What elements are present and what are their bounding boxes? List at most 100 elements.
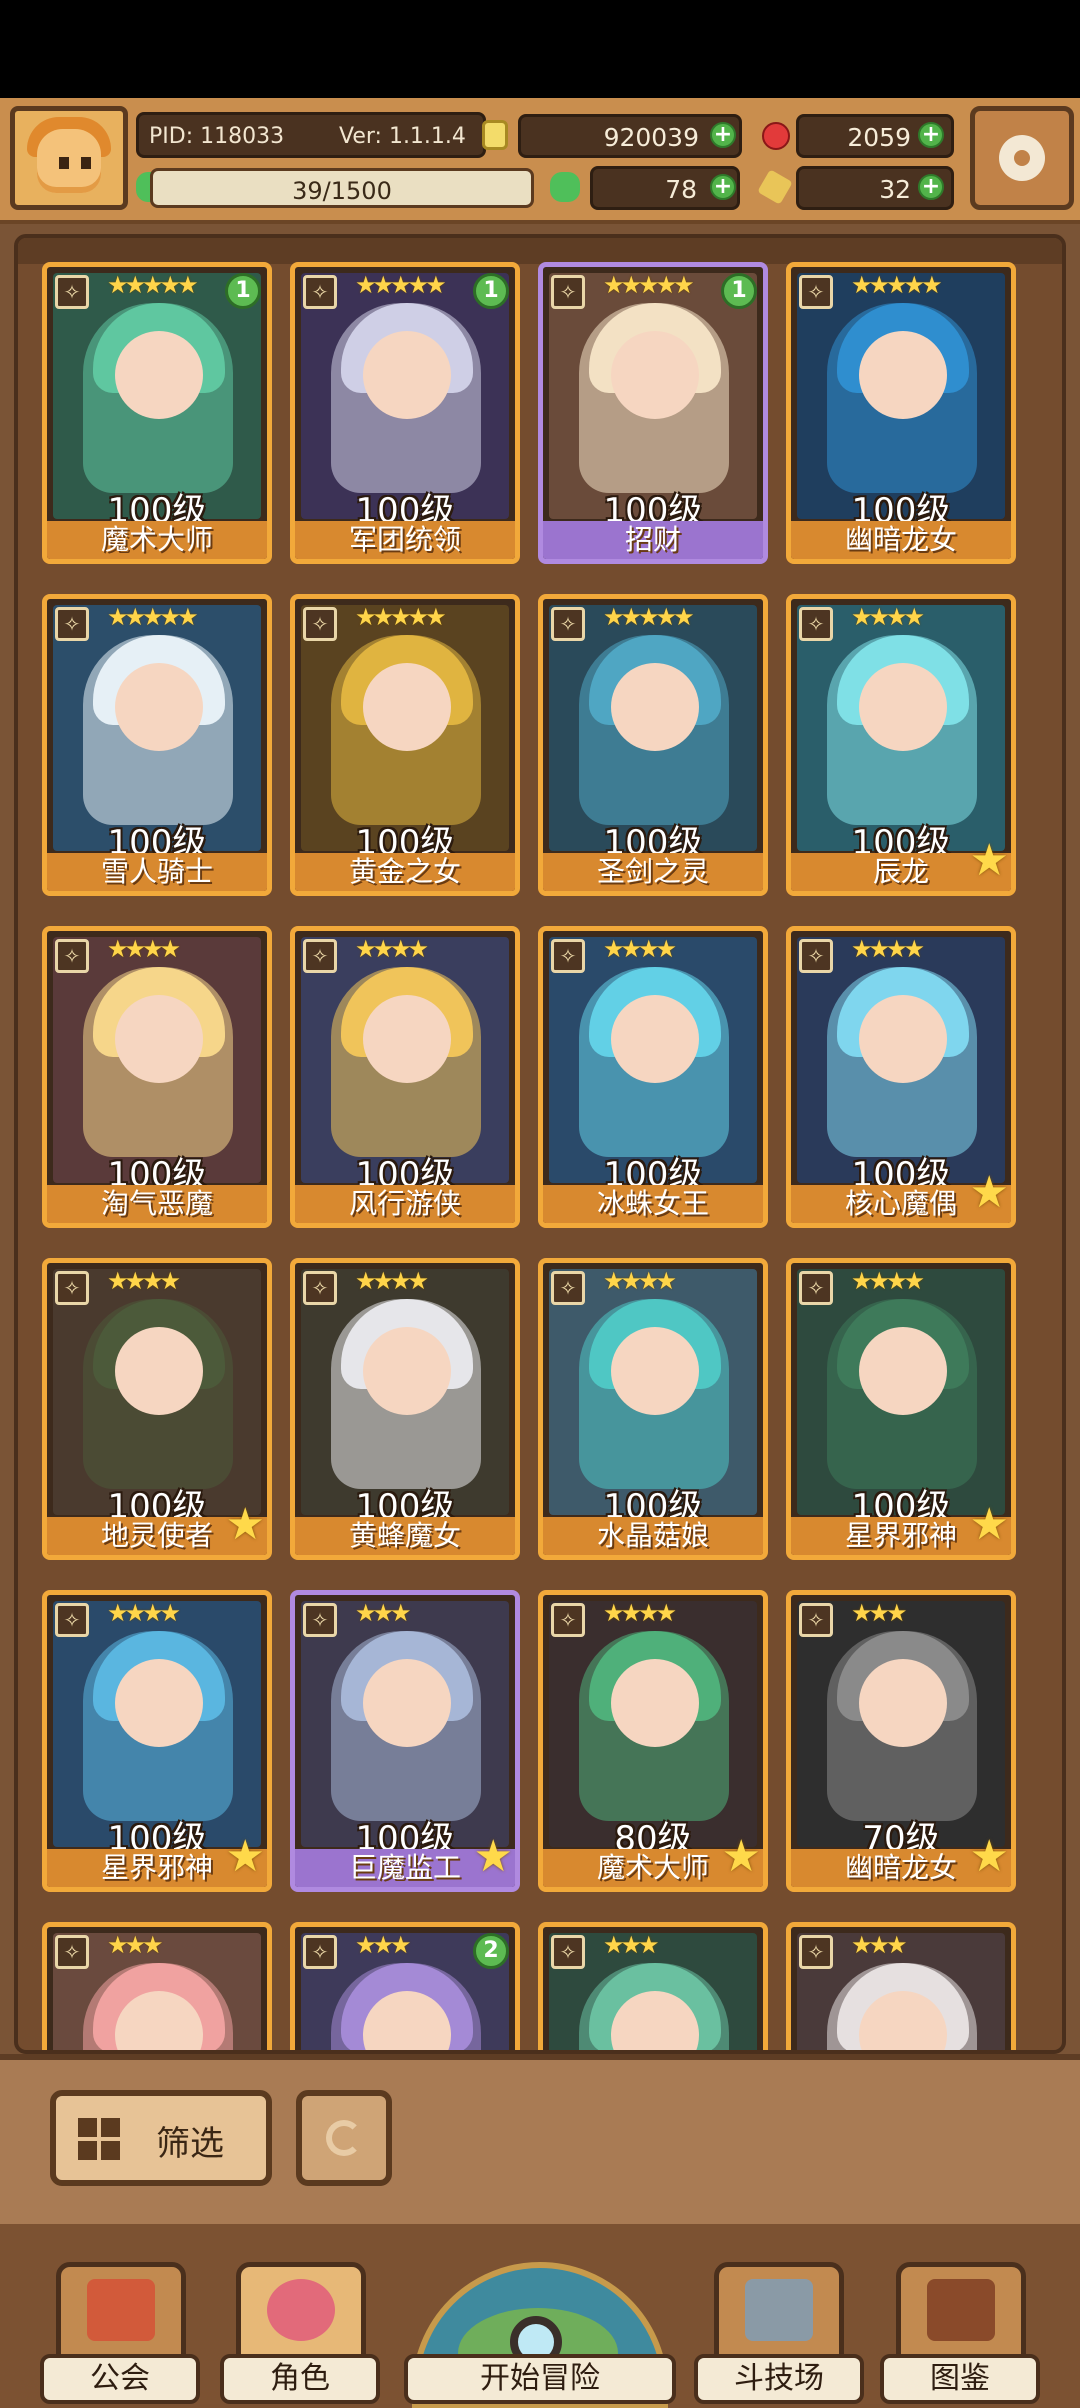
add-key-button[interactable]: +: [918, 174, 944, 200]
nav-guild-label: 公会: [40, 2354, 200, 2404]
hero-stars: ★★★★: [603, 1267, 677, 1295]
upgrade-star-icon[interactable]: ★: [970, 1171, 1009, 1215]
hero-stars: ★★★★: [355, 1267, 429, 1295]
hero-stars: ★★★★: [603, 1599, 677, 1627]
avatar-face: [37, 129, 101, 193]
hero-face: [611, 995, 699, 1083]
class-icon: ✧: [55, 275, 89, 309]
gold-amount: 920039: [603, 123, 699, 152]
player-info-panel: PID: 118033 Ver: 1.1.1.4: [136, 112, 486, 158]
hero-face: [115, 663, 203, 751]
hero-card[interactable]: ✧ ★★★★★ 1 100级 军团统领: [290, 262, 520, 564]
hero-face: [115, 1327, 203, 1415]
hero-face: [611, 663, 699, 751]
status-bar: [0, 0, 1080, 98]
hero-card[interactable]: ✧ ★★★★ 100级 核心魔偶 ★: [786, 926, 1016, 1228]
book-icon: [927, 2279, 995, 2341]
hero-name: 圣剑之灵: [543, 853, 763, 891]
class-icon: ✧: [303, 1603, 337, 1637]
hero-card[interactable]: ✧ ★★★★ 100级 地灵使者 ★: [42, 1258, 272, 1560]
upgrade-star-icon[interactable]: ★: [226, 1503, 265, 1547]
upgrade-star-icon[interactable]: ★: [970, 839, 1009, 883]
filter-button[interactable]: 筛选: [50, 2090, 272, 2186]
hero-face: [859, 995, 947, 1083]
hero-stars: ★★★★★: [107, 603, 199, 631]
hero-card[interactable]: ✧ ★★★★ 100级 风行游侠: [290, 926, 520, 1228]
add-gold-button[interactable]: +: [710, 122, 736, 148]
player-avatar[interactable]: [10, 106, 128, 210]
hero-name: 魔术大师: [47, 521, 267, 559]
hero-card[interactable]: ✧ ★★★: [538, 1922, 768, 2050]
reset-filter-button[interactable]: [296, 2090, 392, 2186]
hero-stars: ★★★★★: [107, 271, 199, 299]
nav-arena-label: 斗技场: [694, 2354, 864, 2404]
filter-label: 筛选: [156, 2124, 224, 2164]
upgrade-star-icon[interactable]: ★: [474, 1835, 513, 1879]
class-icon: ✧: [303, 1935, 337, 1969]
hero-stars: ★★★★★: [355, 603, 447, 631]
upgrade-star-icon[interactable]: ★: [970, 1503, 1009, 1547]
hero-name: 冰蛛女王: [543, 1185, 763, 1223]
hero-card[interactable]: ✧ ★★★★ 80级 魔术大师 ★: [538, 1590, 768, 1892]
upgrade-star-icon[interactable]: ★: [722, 1835, 761, 1879]
class-icon: ✧: [551, 1935, 585, 1969]
upgrade-star-icon[interactable]: ★: [970, 1835, 1009, 1879]
class-icon: ✧: [303, 1271, 337, 1305]
hero-card[interactable]: ✧ ★★★★ 100级 淘气恶魔: [42, 926, 272, 1228]
class-icon: ✧: [799, 607, 833, 641]
hero-card[interactable]: ✧ ★★★★★ 1 100级 招财: [538, 262, 768, 564]
hero-face: [363, 331, 451, 419]
hero-list[interactable]: ✧ ★★★★★ 1 100级 魔术大师 ✧ ★★★★★ 1 100级 军团统领 ✧ ★★★★★ 1 100…: [14, 234, 1066, 2054]
hero-card[interactable]: ✧ ★★★ 100级 巨魔监工 ★: [290, 1590, 520, 1892]
hero-card[interactable]: ✧ ★★★★ 100级 水晶菇娘: [538, 1258, 768, 1560]
hero-stars: ★★★★★: [603, 603, 695, 631]
hero-card[interactable]: ✧ ★★★★★ 100级 幽暗龙女: [786, 262, 1016, 564]
hero-card[interactable]: ✧ ★★★★★ 100级 圣剑之灵: [538, 594, 768, 896]
hero-count-badge: 1: [225, 273, 261, 309]
class-icon: ✧: [551, 939, 585, 973]
clover-amount: 78: [665, 175, 697, 204]
hero-face: [363, 1327, 451, 1415]
hero-card[interactable]: ✧ ★★★★ 100级 星界邪神 ★: [42, 1590, 272, 1892]
upgrade-star-icon[interactable]: ★: [226, 1835, 265, 1879]
hero-face: [363, 663, 451, 751]
hero-card[interactable]: ✧ ★★★ 2: [290, 1922, 520, 2050]
hero-card[interactable]: ✧ ★★★: [786, 1922, 1016, 2050]
hero-stars: ★★★★: [851, 935, 925, 963]
hero-stars: ★★★★★: [603, 271, 695, 299]
add-clover-button[interactable]: +: [710, 174, 736, 200]
settings-button[interactable]: [970, 106, 1074, 210]
class-icon: ✧: [799, 1603, 833, 1637]
hero-card[interactable]: ✧ ★★★★★ 1 100级 魔术大师: [42, 262, 272, 564]
key-amount: 32: [879, 175, 911, 204]
grid-icon: [78, 2118, 120, 2160]
class-icon: ✧: [55, 1603, 89, 1637]
hero-card[interactable]: ✧ ★★★ 70级 幽暗龙女 ★: [786, 1590, 1016, 1892]
class-icon: ✧: [799, 275, 833, 309]
hero-card[interactable]: ✧ ★★★★ 100级 黄蜂魔女: [290, 1258, 520, 1560]
xp-bar: 39/1500: [150, 168, 534, 208]
gear-icon: [999, 135, 1045, 181]
gold-panel: 920039: [518, 114, 742, 158]
class-icon: ✧: [303, 275, 337, 309]
hero-card[interactable]: ✧ ★★★★ 100级 星界邪神 ★: [786, 1258, 1016, 1560]
hero-card[interactable]: ✧ ★★★★★ 100级 雪人骑士: [42, 594, 272, 896]
add-gem-button[interactable]: +: [918, 122, 944, 148]
hero-stars: ★★★★: [107, 1267, 181, 1295]
class-icon: ✧: [551, 1271, 585, 1305]
hero-face: [611, 1327, 699, 1415]
hero-card[interactable]: ✧ ★★★: [42, 1922, 272, 2050]
hero-face: [363, 995, 451, 1083]
hero-card[interactable]: ✧ ★★★★ 100级 冰蛛女王: [538, 926, 768, 1228]
hero-stars: ★★★: [107, 1931, 164, 1959]
nav-codex-label: 图鉴: [880, 2354, 1040, 2404]
hero-card[interactable]: ✧ ★★★★ 100级 辰龙 ★: [786, 594, 1016, 896]
class-icon: ✧: [799, 1935, 833, 1969]
clover-currency-icon: [550, 172, 580, 202]
hero-card[interactable]: ✧ ★★★★★ 100级 黄金之女: [290, 594, 520, 896]
gem-amount: 2059: [847, 123, 911, 152]
hero-stars: ★★★★: [851, 603, 925, 631]
hero-name: 幽暗龙女: [791, 521, 1011, 559]
class-icon: ✧: [55, 939, 89, 973]
hero-stars: ★★★: [355, 1931, 412, 1959]
